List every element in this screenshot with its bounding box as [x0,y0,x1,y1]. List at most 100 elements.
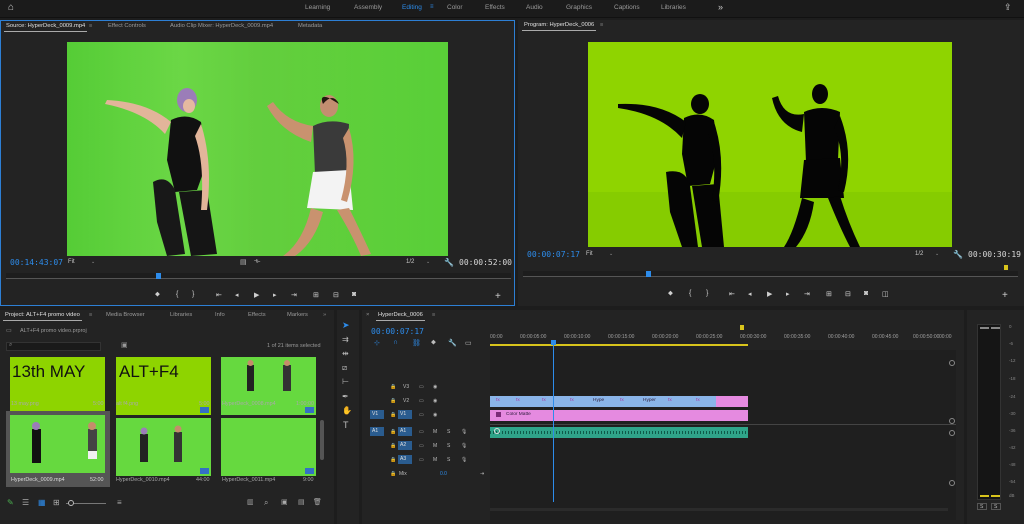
lock-icon[interactable]: 🔒 [390,443,396,449]
export-frame-icon[interactable]: ◙ [352,291,356,298]
program-fit-dropdown[interactable]: Fit [586,251,593,257]
sync-lock-icon[interactable]: ▭ [419,412,424,418]
ripple-edit-tool-icon[interactable]: ⇹ [342,349,349,358]
automate-to-sequence-icon[interactable]: ▥ [247,498,254,506]
workspace-graphics[interactable]: Graphics [566,4,592,11]
new-bin-icon[interactable]: ▣ [121,341,128,349]
play-icon[interactable]: ▶ [254,291,259,299]
freeform-view-icon[interactable]: ⊞ [53,498,60,507]
source-scrub-bar[interactable] [6,273,511,279]
program-resolution-dropdown[interactable]: 1/2 [915,251,923,257]
track-target-a1[interactable]: A1 [398,427,412,436]
eye-icon[interactable]: ◉ [433,384,437,390]
tab-source[interactable]: Source: HyperDeck_0009.mp4 [3,23,88,32]
lock-icon[interactable]: 🔒 [390,384,396,390]
solo-left-button[interactable]: S [977,503,987,510]
clip-v2-pink[interactable] [716,396,748,407]
sync-lock-icon[interactable]: ▭ [419,384,424,390]
mute-button[interactable]: M [433,457,437,463]
go-to-out-icon[interactable]: ⇥ [804,290,810,298]
lock-icon[interactable]: 🔒 [390,471,396,477]
workspace-learning[interactable]: Learning [305,4,330,11]
timeline-timecode[interactable]: 00:00:07:17 [371,327,424,336]
tab-effects[interactable]: Effects [248,312,266,318]
linked-selection-icon[interactable]: ⛓ [412,339,421,347]
more-tabs-icon[interactable]: » [323,312,326,318]
extract-icon[interactable]: ⊟ [845,290,851,298]
microphone-icon[interactable]: 🎙 [461,429,467,435]
mark-out-icon[interactable]: } [706,290,708,297]
tab-info[interactable]: Info [215,312,225,318]
more-workspaces-icon[interactable]: » [718,3,723,12]
solo-button[interactable]: S [447,457,450,463]
play-icon[interactable]: ▶ [767,290,772,298]
track-target-a2[interactable]: A2 [398,441,412,450]
workspace-libraries[interactable]: Libraries [661,4,686,11]
slip-tool-icon[interactable]: ⊢ [342,377,349,386]
program-playhead-timecode[interactable]: 00:00:07:17 [527,250,580,259]
tab-markers[interactable]: Markers [287,312,308,318]
project-scrollbar[interactable] [320,420,324,460]
search-input[interactable] [6,342,101,351]
program-scrub-bar[interactable] [523,265,1018,277]
chevron-down-icon[interactable]: ⌄ [935,251,939,257]
timeline-playhead-line[interactable] [553,340,554,502]
comparison-view-icon[interactable]: ◫ [882,290,889,298]
tab-project[interactable]: Project: ALT+F4 promo video [3,312,82,321]
add-marker-icon[interactable]: ⬥ [155,291,160,299]
marker-icon[interactable]: ▤ [240,258,247,266]
insert-icon[interactable]: ⊞ [313,291,319,299]
settings-wrench-icon[interactable]: 🔧 [448,339,457,347]
microphone-icon[interactable]: 🎙 [461,443,467,449]
keyframe-icon[interactable] [494,428,500,434]
new-bin-icon[interactable]: ▣ [281,498,288,506]
selection-tool-icon[interactable]: ➤ [342,320,350,331]
list-view-icon[interactable]: ☰ [22,498,29,507]
solo-right-button[interactable]: S [991,503,1001,510]
razor-tool-icon[interactable]: ⧄ [342,363,347,373]
microphone-icon[interactable]: 🎙 [461,457,467,463]
type-tool-icon[interactable]: T [343,420,349,430]
go-to-out-icon[interactable]: ⇥ [480,471,484,477]
chevron-down-icon[interactable]: ⌄ [426,259,430,265]
mix-volume-value[interactable]: 0.0 [440,471,447,477]
nest-icon[interactable]: ⊹ [374,339,380,347]
hand-tool-icon[interactable]: ✋ [342,406,352,415]
tab-metadata[interactable]: Metadata [298,23,322,29]
step-forward-icon[interactable]: ▸ [786,290,790,298]
timeline-horizontal-scrollbar[interactable] [490,508,948,511]
eye-icon[interactable]: ◉ [433,398,437,404]
vertical-zoom-handle[interactable] [949,480,955,486]
sync-lock-icon[interactable]: ▭ [419,398,424,404]
mute-button[interactable]: M [433,443,437,449]
clip-settings-icon[interactable]: ⟛ [254,258,260,266]
trash-icon[interactable]: 🗑 [313,498,322,506]
workspace-color[interactable]: Color [447,4,463,11]
timeline-ruler[interactable]: 00:00 00:00:05:00 00:00:10:00 00:00:15:0… [490,325,952,348]
wrench-icon[interactable]: 🔧 [953,250,963,259]
track-target-v1[interactable]: V1 [398,410,412,419]
sync-lock-icon[interactable]: ▭ [419,429,424,435]
new-item-icon[interactable]: ▤ [298,498,305,506]
sync-lock-icon[interactable]: ▭ [419,443,424,449]
lock-icon[interactable]: 🔒 [390,412,396,418]
step-back-icon[interactable]: ◂ [235,291,239,299]
source-fit-dropdown[interactable]: Fit [68,259,75,265]
sort-icon[interactable]: ≡ [117,498,122,507]
vertical-zoom-handle[interactable] [949,418,955,424]
project-menu-icon[interactable]: ≡ [89,312,92,318]
export-frame-icon[interactable]: ◙ [864,290,868,297]
workspace-editing[interactable]: Editing [402,4,422,11]
source-patch-v1[interactable]: V1 [370,410,384,419]
add-marker-icon[interactable]: ⬥ [668,290,673,298]
tab-libraries[interactable]: Libraries [170,312,192,318]
pen-tool-icon[interactable]: ✒ [342,392,349,401]
clip-a1-audio[interactable] [490,427,748,438]
source-patch-a1[interactable]: A1 [370,427,384,436]
go-to-in-icon[interactable]: ⇤ [216,291,222,299]
source-menu-icon[interactable]: ≡ [89,23,92,29]
sync-lock-icon[interactable]: ▭ [419,457,424,463]
share-icon[interactable]: ⇪ [1004,3,1012,12]
chevron-down-icon[interactable]: ⌄ [609,251,613,257]
program-menu-icon[interactable]: ≡ [600,22,603,28]
